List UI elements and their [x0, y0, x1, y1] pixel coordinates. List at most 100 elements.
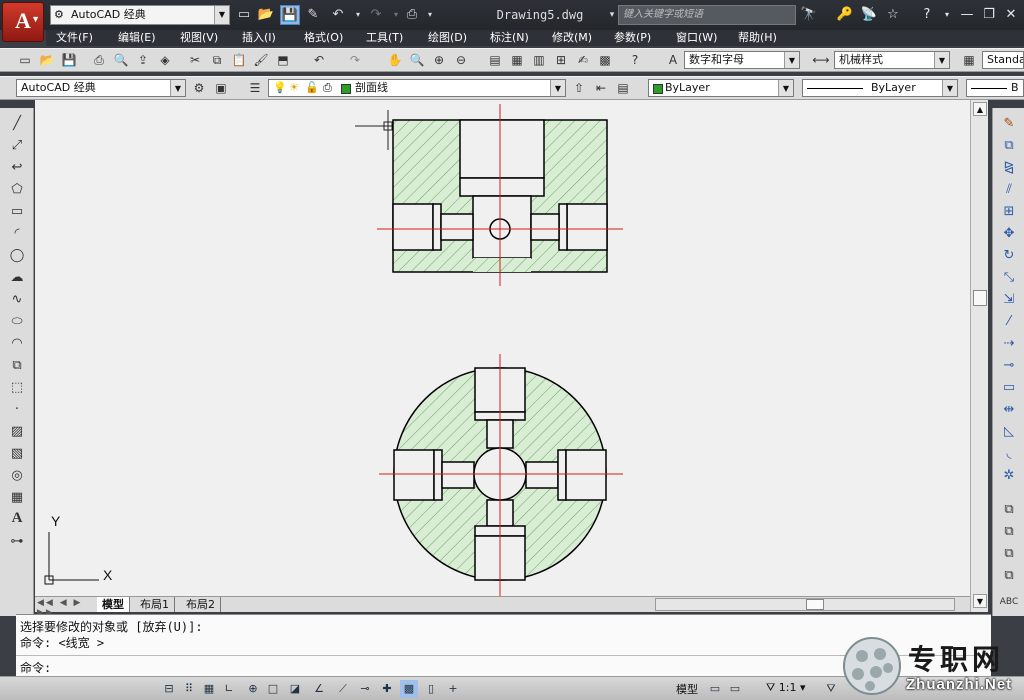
hatch-icon[interactable]: ▨: [6, 422, 28, 442]
object-snap-tracking-icon[interactable]: ∠: [310, 680, 328, 698]
transparency-icon[interactable]: ▩: [400, 680, 418, 698]
match-properties-icon[interactable]: 🖌: [252, 51, 270, 69]
communication-center-icon[interactable]: 📡: [860, 6, 878, 24]
workspace-save-icon[interactable]: ▣: [212, 79, 230, 97]
application-menu-button[interactable]: A ▼: [2, 2, 44, 42]
revision-cloud-icon[interactable]: ☁: [6, 268, 28, 288]
menu-tools[interactable]: 工具(T): [366, 30, 403, 46]
fillet-icon[interactable]: ◟: [998, 444, 1020, 464]
text-style-dropdown[interactable]: 数字和字母 ▼: [684, 51, 800, 69]
send-under-icon[interactable]: ⧉: [998, 566, 1020, 586]
block-editor-icon[interactable]: ⬒: [274, 51, 292, 69]
dynamic-ucs-icon[interactable]: ⟋: [334, 680, 352, 698]
print-icon[interactable]: ⎙: [402, 5, 422, 25]
subscription-icon[interactable]: 🔑: [836, 6, 854, 24]
layer-properties-icon[interactable]: ☰: [246, 79, 264, 97]
infer-constraints-icon[interactable]: ⊟: [160, 680, 178, 698]
chamfer-icon[interactable]: ◺: [998, 422, 1020, 442]
redo-icon[interactable]: ↷: [366, 5, 386, 25]
plot-icon[interactable]: ⎙: [90, 51, 108, 69]
draw-order-back-icon[interactable]: ⧉: [998, 522, 1020, 542]
menu-draw[interactable]: 绘图(D): [428, 30, 467, 46]
markup-icon[interactable]: ✍: [574, 51, 592, 69]
ellipse-arc-icon[interactable]: ◠: [6, 334, 28, 354]
workspace-dropdown[interactable]: ⚙ AutoCAD 经典 ▼: [50, 5, 230, 25]
quick-view-layouts-icon[interactable]: ▭: [706, 680, 724, 698]
pan-icon[interactable]: ✋: [386, 51, 404, 69]
text-style-icon[interactable]: A: [664, 51, 682, 69]
layer-dropdown[interactable]: 💡 ☀ 🔓 ⎙ 剖面线 ▼: [268, 79, 566, 97]
undo-icon[interactable]: ↶: [328, 5, 348, 25]
dimension-style-icon[interactable]: ⟷: [812, 51, 830, 69]
chevron-down-icon[interactable]: ▾: [420, 5, 440, 25]
menu-file[interactable]: 文件(F): [56, 30, 93, 46]
rotate-icon[interactable]: ↻: [998, 246, 1020, 266]
favorites-icon[interactable]: ☆: [884, 6, 902, 24]
text-front-icon[interactable]: ABC: [998, 592, 1020, 612]
tab-layout2[interactable]: 布局2: [181, 597, 221, 612]
dynamic-input-icon[interactable]: ⊸: [356, 680, 374, 698]
tab-layout1[interactable]: 布局1: [135, 597, 175, 612]
erase-icon[interactable]: ✎: [998, 114, 1020, 134]
properties-icon[interactable]: ▤: [486, 51, 504, 69]
polygon-icon[interactable]: ⬠: [6, 180, 28, 200]
publish-icon[interactable]: ⇪: [134, 51, 152, 69]
ellipse-icon[interactable]: ⬭: [6, 312, 28, 332]
ortho-mode-icon[interactable]: ∟: [220, 680, 238, 698]
workspace-dropdown-2[interactable]: AutoCAD 经典 ▼: [16, 79, 186, 97]
region-icon[interactable]: ◎: [6, 466, 28, 486]
quick-view-drawings-icon[interactable]: ▭: [726, 680, 744, 698]
offset-icon[interactable]: ⫽: [998, 180, 1020, 200]
menu-view[interactable]: 视图(V): [180, 30, 218, 46]
tool-palettes-icon[interactable]: ▥: [530, 51, 548, 69]
menu-dimension[interactable]: 标注(N): [490, 30, 529, 46]
annotation-scale[interactable]: ⛛ 1:1 ▾: [766, 681, 805, 695]
chevron-down-icon[interactable]: ▼: [214, 6, 229, 24]
save-as-icon[interactable]: ✎: [303, 5, 323, 25]
polyline-icon[interactable]: ↩: [6, 158, 28, 178]
copy-icon[interactable]: ⧉: [208, 51, 226, 69]
explode-icon[interactable]: ✲: [998, 466, 1020, 486]
help-icon[interactable]: ?: [918, 6, 936, 24]
rectangle-icon[interactable]: ▭: [6, 202, 28, 222]
insert-block-icon[interactable]: ⧉: [6, 356, 28, 376]
stretch-icon[interactable]: ⇲: [998, 290, 1020, 310]
array-icon[interactable]: ⊞: [998, 202, 1020, 222]
menu-parametric[interactable]: 参数(P): [614, 30, 651, 46]
scale-icon[interactable]: ⤡: [998, 268, 1020, 288]
circle-icon[interactable]: ◯: [6, 246, 28, 266]
lineweight-dropdown[interactable]: B: [966, 79, 1024, 97]
snap-mode-icon[interactable]: ⠿: [180, 680, 198, 698]
move-icon[interactable]: ✥: [998, 224, 1020, 244]
bring-above-icon[interactable]: ⧉: [998, 544, 1020, 564]
qnew-icon[interactable]: ▭: [16, 51, 34, 69]
menu-window[interactable]: 窗口(W): [676, 30, 717, 46]
save-icon[interactable]: 💾: [60, 51, 78, 69]
gradient-icon[interactable]: ▧: [6, 444, 28, 464]
menu-format[interactable]: 格式(O): [304, 30, 343, 46]
chevron-down-icon[interactable]: ▾: [348, 5, 368, 25]
table-style-icon[interactable]: ▦: [960, 51, 978, 69]
multiline-text-icon[interactable]: A: [6, 510, 28, 530]
scroll-thumb[interactable]: [806, 599, 824, 610]
dimension-style-dropdown[interactable]: 机械样式 ▼: [834, 51, 950, 69]
object-snap-icon[interactable]: □: [264, 680, 282, 698]
draw-order-front-icon[interactable]: ⧉: [998, 500, 1020, 520]
break-icon[interactable]: ▭: [998, 378, 1020, 398]
construction-line-icon[interactable]: ⤢: [6, 136, 28, 156]
open-icon[interactable]: 📂: [38, 51, 56, 69]
layer-state-icon[interactable]: ▤: [614, 79, 632, 97]
model-space-label[interactable]: 模型: [676, 681, 698, 697]
workspace-settings-icon[interactable]: ⚙: [190, 79, 208, 97]
design-center-icon[interactable]: ▦: [508, 51, 526, 69]
layer-previous-icon[interactable]: ⇤: [592, 79, 610, 97]
tab-model[interactable]: 模型: [97, 597, 130, 612]
scroll-thumb[interactable]: [973, 290, 987, 306]
spline-icon[interactable]: ∿: [6, 290, 28, 310]
tab-navigation-icon[interactable]: ◀◀ ◀ ▶ ▶▶: [37, 598, 97, 618]
vertical-scrollbar[interactable]: ▲ ▼: [970, 100, 988, 612]
search-input[interactable]: 键入关键字或短语: [618, 5, 796, 25]
menu-help[interactable]: 帮助(H): [738, 30, 777, 46]
open-icon[interactable]: 📂: [256, 5, 276, 25]
color-dropdown[interactable]: ByLayer ▼: [648, 79, 794, 97]
